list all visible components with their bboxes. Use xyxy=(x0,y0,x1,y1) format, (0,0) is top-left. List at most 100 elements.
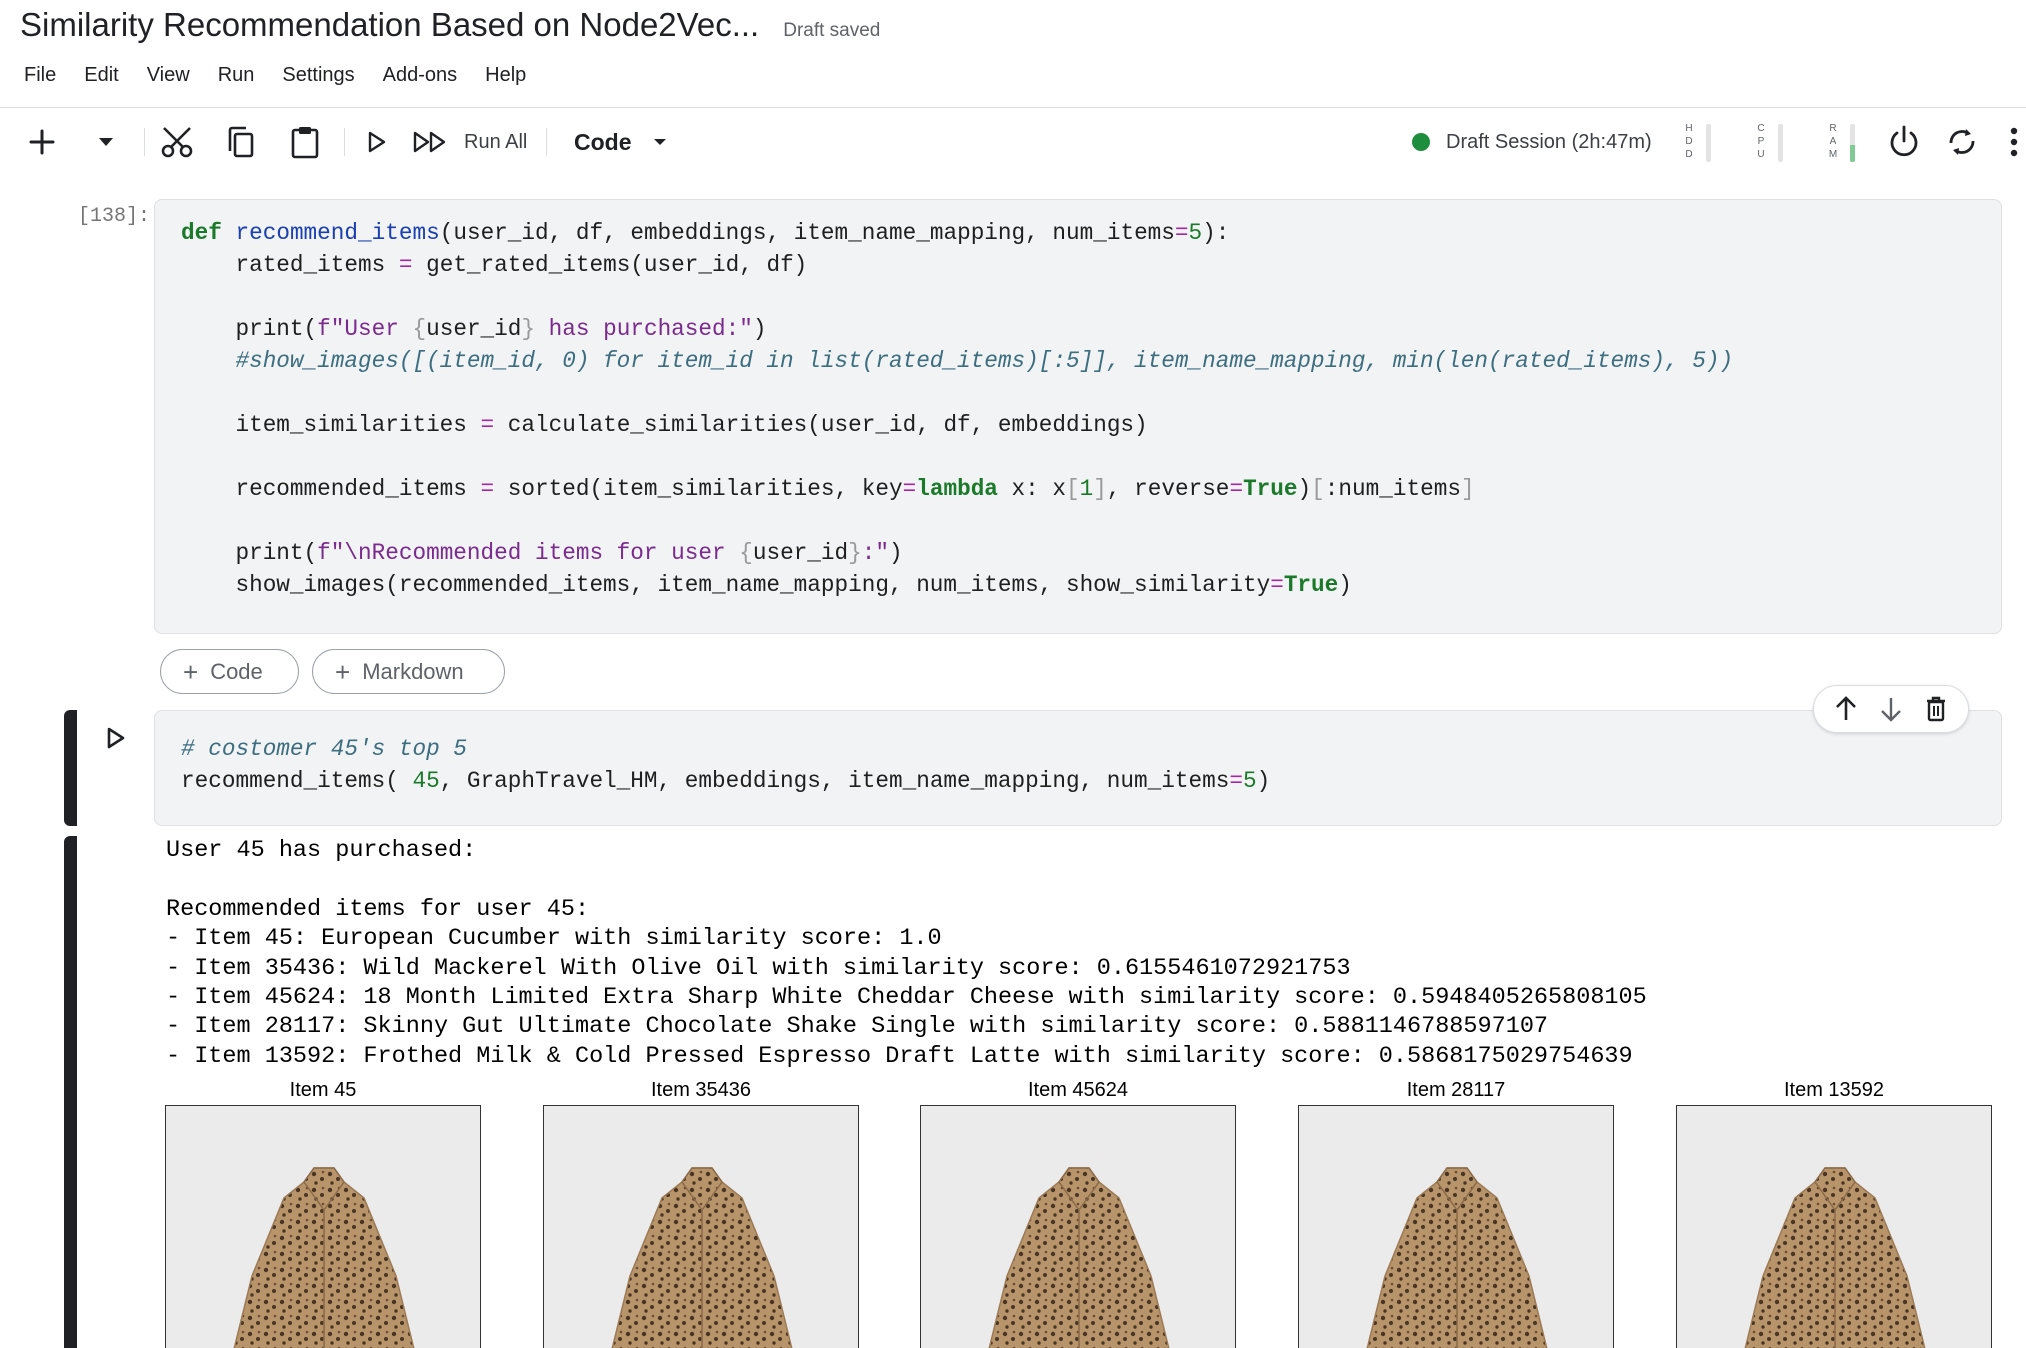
ram-meter-label: R A M xyxy=(1828,123,1838,160)
hdd-meter-bar xyxy=(1706,124,1711,162)
shirt-image xyxy=(166,1106,480,1348)
cut-button[interactable] xyxy=(156,112,198,172)
code-comment: # costomer 45's top 5 xyxy=(181,736,467,762)
menu-view[interactable]: View xyxy=(133,62,204,89)
output-line: Recommended items for user 45: xyxy=(166,895,590,923)
chevron-down-icon xyxy=(99,138,113,146)
paste-button[interactable] xyxy=(284,112,326,172)
output-image-item-45624: Item 45624 xyxy=(920,1075,1236,1348)
delete-cell-button[interactable] xyxy=(1919,692,1953,726)
menu-file[interactable]: File xyxy=(10,62,70,89)
paste-icon xyxy=(291,127,319,159)
more-options-button[interactable] xyxy=(2004,112,2024,172)
output-image-title: Item 13592 xyxy=(1783,1079,1885,1101)
output-image-title: Item 45624 xyxy=(1027,1079,1129,1101)
arrow-down-icon xyxy=(1881,698,1901,722)
delete-icon xyxy=(1926,696,1945,722)
code-line-2: rated_items = get_rated_items(user_id, d… xyxy=(181,252,808,278)
product-image xyxy=(543,1105,859,1348)
code-cell-source[interactable]: def recommend_items(user_id, df, embeddi… xyxy=(181,217,1733,601)
output-line: - Item 35436: Wild Mackerel With Olive O… xyxy=(166,954,1351,982)
product-image xyxy=(1298,1105,1614,1348)
plus-icon: + xyxy=(183,656,199,687)
code-line-9: recommended_items = sorted(item_similari… xyxy=(181,476,1475,502)
move-cell-down-button[interactable] xyxy=(1874,692,1908,726)
run-cell-toolbar-button[interactable] xyxy=(362,112,392,172)
code-line-7: item_similarities = calculate_similariti… xyxy=(181,412,1148,438)
cut-icon xyxy=(161,127,193,158)
code-line-5-comment: #show_images([(item_id, 0) for item_id i… xyxy=(181,348,1734,374)
title-row: Similarity Recommendation Based on Node2… xyxy=(20,4,880,46)
session-status[interactable]: Draft Session (2h:47m) xyxy=(1412,112,1652,172)
keyword-def: def xyxy=(181,220,222,246)
output-image-item-13592: Item 13592 xyxy=(1676,1075,1992,1348)
menu-run[interactable]: Run xyxy=(204,62,269,89)
add-code-label: Code xyxy=(210,658,263,684)
shirt-image xyxy=(544,1106,858,1348)
output-image-item-35436: Item 35436 xyxy=(543,1075,859,1348)
toolbar-separator xyxy=(144,128,145,156)
output-line: - Item 13592: Frothed Milk & Cold Presse… xyxy=(166,1042,1633,1070)
menu-bar: File Edit View Run Settings Add-ons Help xyxy=(10,62,540,89)
code-cell-editor[interactable]: # costomer 45's top 5 recommend_items( 4… xyxy=(154,710,2002,826)
output-line: - Item 28117: Skinny Gut Ultimate Chocol… xyxy=(166,1013,1549,1041)
restart-session-button[interactable] xyxy=(1940,112,1984,172)
menu-settings[interactable]: Settings xyxy=(268,62,368,89)
output-image-item-45: Item 45 xyxy=(165,1075,481,1348)
arrow-up-icon xyxy=(1836,696,1857,720)
output-indicator xyxy=(64,836,77,1348)
add-code-cell-button[interactable]: + Code xyxy=(160,649,299,694)
cell-actions-toolbar xyxy=(1813,685,1969,733)
product-image xyxy=(920,1105,1236,1348)
toolbar-separator xyxy=(546,128,547,156)
shirt-image xyxy=(921,1106,1235,1348)
product-image xyxy=(165,1105,481,1348)
code-line-4: print(f"User {user_id} has purchased:") xyxy=(181,316,767,342)
notebook-title[interactable]: Similarity Recommendation Based on Node2… xyxy=(20,6,759,44)
cell-type-label: Code xyxy=(574,128,632,155)
chevron-down-icon xyxy=(653,139,666,145)
copy-icon xyxy=(228,126,254,158)
session-label: Draft Session (2h:47m) xyxy=(1446,130,1652,153)
menu-add-ons[interactable]: Add-ons xyxy=(369,62,472,89)
add-cell-button[interactable] xyxy=(20,112,64,172)
hdd-meter-label: H D D xyxy=(1685,123,1693,160)
draft-status: Draft saved xyxy=(783,20,881,41)
output-image-item-28117: Item 28117 xyxy=(1298,1075,1614,1348)
header-divider xyxy=(0,107,2026,108)
cell-type-select[interactable]: Code xyxy=(574,112,674,172)
add-cell-dropdown[interactable] xyxy=(88,112,124,172)
product-image xyxy=(1676,1105,1992,1348)
run-all-icon xyxy=(413,131,446,153)
run-icon xyxy=(368,131,386,153)
run-all-button[interactable]: Run All xyxy=(412,112,532,172)
menu-help[interactable]: Help xyxy=(471,62,540,89)
add-markdown-cell-button[interactable]: + Markdown xyxy=(312,649,505,694)
cell-execution-count: [138]: xyxy=(78,205,151,228)
menu-edit[interactable]: Edit xyxy=(70,62,132,89)
code-call-line: recommend_items( 45, GraphTravel_HM, emb… xyxy=(181,768,1271,794)
stop-session-button[interactable] xyxy=(1882,112,1926,172)
run-cell-button[interactable] xyxy=(100,720,132,756)
ram-meter-fill xyxy=(1850,144,1855,162)
code-line-12: show_images(recommended_items, item_name… xyxy=(181,572,1352,598)
cpu-meter-label: C P U xyxy=(1757,123,1765,160)
output-line: User 45 has purchased: xyxy=(166,837,477,864)
toolbar: Run All Code Draft Session (2h:47m) H D … xyxy=(0,112,2026,172)
function-name: recommend_items xyxy=(235,220,440,246)
power-icon xyxy=(1890,125,1918,157)
copy-button[interactable] xyxy=(220,112,262,172)
add-icon xyxy=(29,129,55,155)
shirt-image xyxy=(1677,1106,1991,1348)
plus-icon: + xyxy=(335,656,351,687)
move-cell-up-button[interactable] xyxy=(1829,692,1863,726)
output-line: - Item 45624: 18 Month Limited Extra Sha… xyxy=(166,984,1647,1012)
output-image-title: Item 35436 xyxy=(650,1079,752,1101)
code-cell-source[interactable]: # costomer 45's top 5 recommend_items( 4… xyxy=(181,733,1270,797)
code-line-11: print(f"\nRecommended items for user {us… xyxy=(181,540,903,566)
session-status-dot xyxy=(1412,133,1430,151)
active-cell-indicator xyxy=(64,710,77,826)
code-line-1-rest: (user_id, df, embeddings, item_name_mapp… xyxy=(439,220,1230,246)
code-cell-editor[interactable]: def recommend_items(user_id, df, embeddi… xyxy=(154,199,2002,634)
toolbar-separator xyxy=(344,128,345,156)
